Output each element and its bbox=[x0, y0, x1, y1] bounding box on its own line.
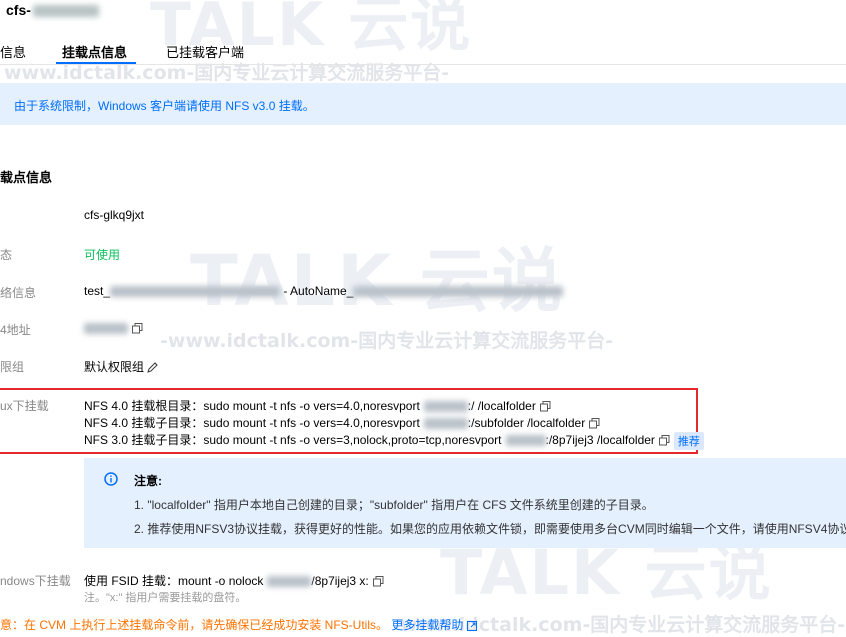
windows-mount-line: 使用 FSID 挂载：mount -o nolock/8p7ijej3 x: bbox=[84, 572, 384, 589]
tab-mounted-clients[interactable]: 已挂载客户端 bbox=[166, 42, 244, 61]
notice-text: 由于系统限制，Windows 客户端请使用 NFS v3.0 挂载。 bbox=[14, 99, 315, 113]
tab-bar: 信息 挂载点信息 已挂载客户端 bbox=[0, 34, 846, 65]
status-label: 态 bbox=[0, 248, 13, 262]
copy-icon[interactable] bbox=[132, 323, 143, 334]
copy-icon[interactable] bbox=[372, 576, 384, 587]
recommended-badge: 推荐 bbox=[673, 431, 704, 450]
network-value: test_ - AutoName_ bbox=[84, 284, 564, 298]
status-value: 可使用 bbox=[84, 248, 121, 262]
permission-value: 默认权限组 bbox=[84, 358, 158, 375]
active-tab-indicator bbox=[56, 62, 136, 64]
ipv4-label: 4地址 bbox=[0, 323, 31, 337]
watermark-url-middle: -www.idctalk.com-国内专业云计算交流服务平台- bbox=[160, 330, 614, 352]
ipv4-value bbox=[84, 321, 143, 335]
permission-label: 限组 bbox=[0, 360, 25, 374]
windows-mount-note: 注。"x:" 指用户需要挂载的盘符。 bbox=[84, 592, 247, 604]
tab-basic-info[interactable]: 信息 bbox=[0, 42, 26, 61]
linux-mount-line-3: NFS 3.0 挂载子目录：sudo mount -t nfs -o vers=… bbox=[84, 431, 704, 450]
tip-line-2: 2. 推荐使用NFSV3协议挂载，获得更好的性能。如果您的应用依赖文件锁，即需要… bbox=[134, 522, 846, 536]
file-system-id: cfs-glkq9jxt bbox=[84, 208, 145, 222]
tip-title: 注意: bbox=[134, 474, 162, 488]
tip-box: 注意: 1. "localfolder" 指用户本地自己创建的目录；"subfo… bbox=[84, 458, 846, 548]
redacted-id bbox=[32, 5, 99, 18]
tab-mount-point-info[interactable]: 挂载点信息 bbox=[62, 42, 127, 61]
watermark-logo-middle: TALK 云说 bbox=[190, 240, 564, 322]
linux-mount-line-1: NFS 4.0 挂载根目录：sudo mount -t nfs -o vers=… bbox=[84, 397, 551, 414]
section-title: 载点信息 bbox=[0, 170, 53, 185]
footer-warning: 意：在 CVM 上执行上述挂载命令前，请先确保已经成功安装 NFS-Utils。 bbox=[0, 618, 388, 632]
notice-banner: 由于系统限制，Windows 客户端请使用 NFS v3.0 挂载。 bbox=[0, 83, 846, 125]
page-title: cfs- bbox=[6, 2, 99, 18]
windows-mount-label: ndows下挂载 bbox=[0, 574, 71, 588]
copy-icon[interactable] bbox=[539, 401, 551, 412]
copy-icon[interactable] bbox=[589, 418, 600, 429]
tip-line-1: 1. "localfolder" 指用户本地自己创建的目录；"subfolder… bbox=[134, 498, 654, 512]
external-link-icon[interactable] bbox=[466, 620, 477, 631]
footer-note: 意：在 CVM 上执行上述挂载命令前，请先确保已经成功安装 NFS-Utils。… bbox=[0, 616, 477, 633]
linux-mount-line-2: NFS 4.0 挂载子目录：sudo mount -t nfs -o vers=… bbox=[84, 414, 600, 431]
network-label: 络信息 bbox=[0, 286, 37, 300]
copy-icon[interactable] bbox=[658, 435, 670, 446]
more-mount-help-link[interactable]: 更多挂载帮助 bbox=[391, 618, 463, 632]
info-icon bbox=[104, 472, 118, 486]
edit-icon[interactable] bbox=[147, 362, 158, 374]
